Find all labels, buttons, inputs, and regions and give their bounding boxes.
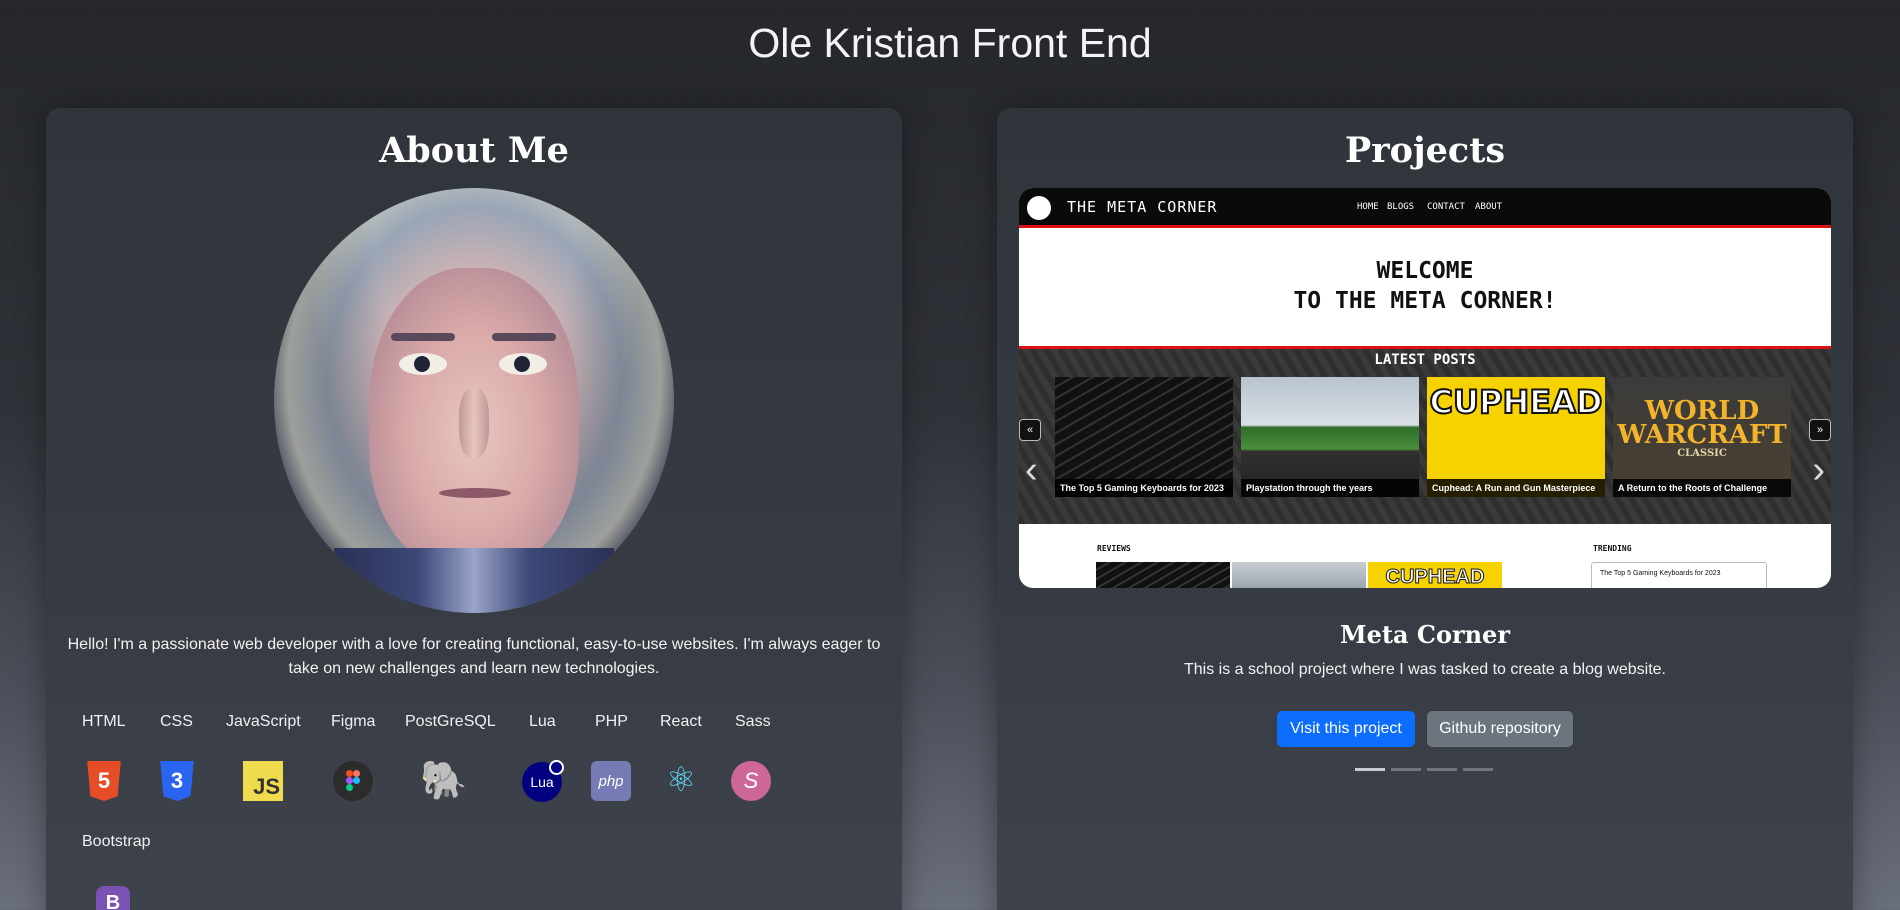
react-icon: ⚛: [665, 761, 697, 799]
screenshot-prev-arrow-icon: ‹: [1025, 449, 1038, 491]
carousel-indicator[interactable]: [1355, 768, 1385, 771]
github-repository-button[interactable]: Github repository: [1427, 711, 1573, 747]
project-name: Meta Corner: [1340, 620, 1510, 649]
carousel-indicator[interactable]: [1391, 768, 1421, 771]
about-title: About Me: [379, 130, 569, 171]
figma-icon: [333, 761, 373, 801]
screenshot-latest-posts: LATEST POSTS The Top 5 Gaming Keyboards …: [1019, 349, 1831, 524]
screenshot-review-thumb: [1096, 562, 1230, 588]
joystick-icon: [1027, 196, 1051, 220]
project-description: This is a school project where I was tas…: [1183, 661, 1666, 678]
carousel-indicator[interactable]: [1463, 768, 1493, 771]
project-screenshot[interactable]: THE META CORNER HOME BLOGS CONTACT ABOUT…: [1019, 188, 1831, 588]
javascript-icon: JS: [243, 761, 283, 801]
screenshot-navbar: THE META CORNER HOME BLOGS CONTACT ABOUT: [1019, 188, 1831, 228]
screenshot-latest-posts-title: LATEST POSTS: [1374, 352, 1476, 368]
screenshot-post: CUPHEAD Cuphead: A Run and Gun Masterpie…: [1427, 377, 1605, 497]
about-card: About Me Hello! I'm a passionate web dev…: [46, 108, 902, 910]
skill-label-postgresql: PostGreSQL: [405, 713, 496, 730]
screenshot-prev-small-icon: «: [1019, 419, 1041, 441]
screenshot-nav-blogs: BLOGS: [1387, 202, 1415, 212]
carousel-indicator[interactable]: [1427, 768, 1457, 771]
screenshot-post: Playstation through the years: [1241, 377, 1419, 497]
visit-project-button[interactable]: Visit this project: [1277, 711, 1415, 747]
screenshot-post: WORLD WARCRAFT CLASSIC A Return to the R…: [1613, 377, 1791, 497]
screenshot-trending-item: The Top 5 Gaming Keyboards for 2023: [1591, 562, 1767, 588]
screenshot-trending-label: TRENDING: [1593, 544, 1632, 553]
bootstrap-icon: B: [96, 886, 130, 910]
skill-label-css: CSS: [160, 713, 193, 730]
skill-label-sass: Sass: [735, 713, 771, 730]
screenshot-next-arrow-icon: ›: [1812, 449, 1825, 491]
screenshot-brand: THE META CORNER: [1067, 198, 1218, 216]
screenshot-next-small-icon: »: [1809, 419, 1831, 441]
screenshot-nav-contact: CONTACT: [1427, 202, 1465, 212]
lua-icon: Lua: [522, 760, 564, 802]
projects-card: Projects THE META CORNER HOME BLOGS CONT…: [997, 108, 1853, 910]
screenshot-nav-about: ABOUT: [1475, 202, 1503, 212]
skill-label-html: HTML: [82, 713, 126, 730]
html5-icon: 5: [87, 761, 121, 801]
carousel-indicators: [1355, 768, 1493, 771]
skill-label-figma: Figma: [331, 713, 376, 730]
sass-icon: S: [731, 761, 771, 801]
projects-title: Projects: [1344, 130, 1506, 171]
skill-label-lua: Lua: [529, 713, 556, 730]
php-icon: php: [591, 761, 631, 801]
site-title: Ole Kristian Front End: [748, 20, 1152, 66]
screenshot-reviews-label: REVIEWS: [1097, 544, 1131, 553]
about-bio: Hello! I'm a passionate web developer wi…: [67, 636, 881, 677]
skill-label-react: React: [660, 713, 702, 730]
screenshot-review-thumb: CUPHEAD: [1368, 562, 1502, 588]
css3-icon: 3: [160, 761, 194, 801]
screenshot-review-thumb: [1232, 562, 1366, 588]
screenshot-post: The Top 5 Gaming Keyboards for 2023: [1055, 377, 1233, 497]
screenshot-nav-home: HOME: [1357, 202, 1379, 212]
skill-label-javascript: JavaScript: [226, 713, 301, 730]
profile-avatar: [274, 188, 674, 613]
screenshot-welcome: WELCOME TO THE META CORNER!: [1293, 258, 1557, 314]
skill-label-bootstrap: Bootstrap: [82, 833, 151, 850]
postgresql-icon: 🐘: [420, 760, 468, 802]
skill-label-php: PHP: [595, 713, 628, 730]
